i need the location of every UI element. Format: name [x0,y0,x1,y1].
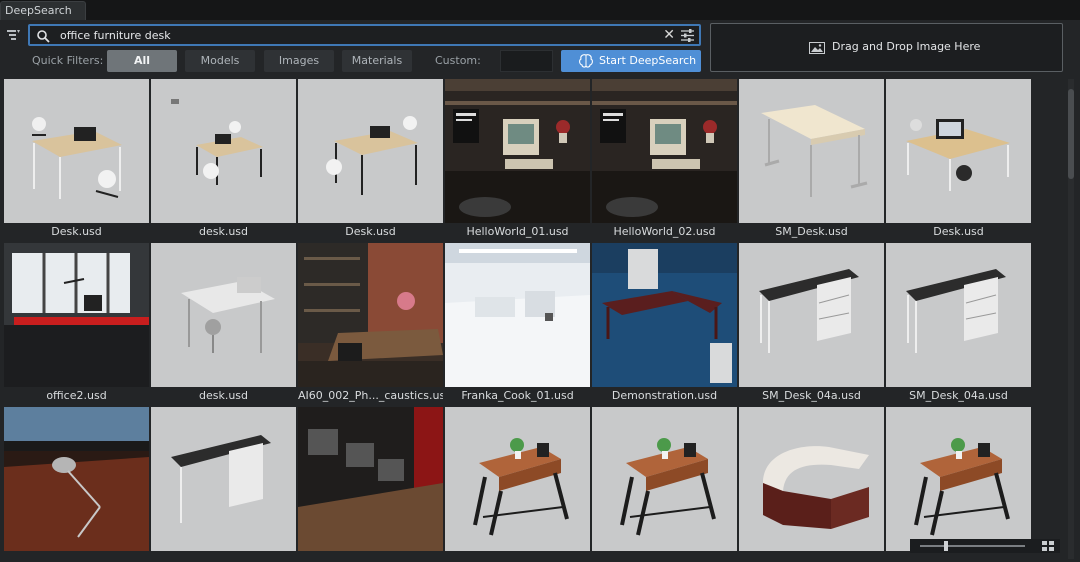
plain-desk-thumbnail[interactable] [739,79,884,223]
result-filename: HelloWorld_02.usd [613,225,716,238]
brick-office-thumbnail[interactable] [298,243,443,387]
tab-deepsearch[interactable]: DeepSearch [0,1,86,20]
result-filename: Franka_Cook_01.usd [461,389,574,402]
dark-office-thumbnail[interactable] [298,407,443,551]
result-item[interactable] [298,407,443,562]
desk-with-chairs-thumbnail[interactable] [298,79,443,223]
result-item[interactable] [151,407,296,562]
standing-desk-thumbnail[interactable] [151,243,296,387]
result-filename: AI60_002_Ph..._caustics.usd [298,389,443,402]
result-filename: office2.usd [46,389,107,402]
start-deepsearch-button[interactable]: Start DeepSearch [561,50,701,72]
close-icon[interactable]: ✕ [663,27,675,43]
result-item[interactable] [445,407,590,562]
white-office-desk-thumbnail[interactable] [4,79,149,223]
result-item[interactable] [739,407,884,562]
result-item[interactable]: Desk.usd [4,79,149,242]
filter-materials-button[interactable]: Materials [342,50,412,72]
wooden-side-table-thumbnail[interactable] [592,407,737,551]
result-item[interactable]: SM_Desk_04a.usd [739,243,884,406]
result-filename: HelloWorld_01.usd [466,225,569,238]
result-item[interactable]: SM_Desk_04a.usd [886,243,1031,406]
dark-desk-drawers-thumbnail[interactable] [151,407,296,551]
search-input[interactable] [60,28,660,43]
result-filename [886,553,1031,562]
result-item[interactable]: office2.usd [4,243,149,406]
quick-filters-label: Quick Filters: [32,54,104,67]
search-icon [37,30,50,43]
desk-lamp-thumbnail[interactable] [4,407,149,551]
filter-all-button[interactable]: All [107,50,177,72]
result-filename [592,553,737,562]
result-item[interactable]: Franka_Cook_01.usd [445,243,590,406]
result-filename: Desk.usd [933,225,984,238]
result-filename [4,553,149,562]
filter-models-button[interactable]: Models [185,50,255,72]
result-item[interactable]: Desk.usd [298,79,443,242]
result-filename [445,553,590,562]
white-lab-thumbnail[interactable] [445,243,590,387]
custom-filter-input[interactable] [500,50,553,72]
image-drop-zone[interactable]: Drag and Drop Image Here [710,23,1063,72]
start-deepsearch-label: Start DeepSearch [599,54,697,67]
settings-sliders-icon[interactable] [681,29,694,42]
brain-icon [579,54,593,68]
result-filename: SM_Desk_04a.usd [762,389,861,402]
tab-bar: DeepSearch [0,0,1080,20]
filter-images-button[interactable]: Images [264,50,334,72]
dark-desk-drawers-thumbnail[interactable] [886,243,1031,387]
thumbnail-size-slider[interactable] [920,545,1025,547]
result-item[interactable]: HelloWorld_02.usd [592,79,737,242]
result-filename: SM_Desk_04a.usd [909,389,1008,402]
results-grid: Desk.usd desk.usd Desk.usd HelloWorld_01… [4,79,1034,562]
office-room-thumbnail[interactable] [4,243,149,387]
result-filename [739,553,884,562]
retro-computer-scene-thumbnail[interactable] [592,79,737,223]
result-item[interactable]: Desk.usd [886,79,1031,242]
retro-computer-scene-thumbnail[interactable] [445,79,590,223]
result-filename: desk.usd [198,389,249,402]
search-box[interactable]: ✕ [28,24,701,46]
custom-filter-label: Custom: [435,54,481,67]
result-item[interactable]: desk.usd [151,243,296,406]
result-item[interactable]: SM_Desk.usd [739,79,884,242]
desk-with-monitor-thumbnail[interactable] [886,79,1031,223]
reception-desk-thumbnail[interactable] [739,407,884,551]
scrollbar-thumb[interactable] [1068,89,1074,179]
result-item[interactable]: AI60_002_Ph..._caustics.usd [298,243,443,406]
result-filename [298,553,443,562]
result-item[interactable]: HelloWorld_01.usd [445,79,590,242]
result-filename: SM_Desk.usd [775,225,848,238]
result-filename [151,553,296,562]
image-icon [809,42,825,54]
results-scrollbar[interactable] [1068,79,1074,559]
filter-icon[interactable] [6,28,20,42]
thumbnail-size-handle[interactable] [944,541,948,551]
result-filename: Desk.usd [345,225,396,238]
drop-zone-label: Drag and Drop Image Here [832,40,981,53]
result-filename: Demonstration.usd [611,389,718,402]
result-item[interactable]: desk.usd [151,79,296,242]
l-desk-blue-room-thumbnail[interactable] [592,243,737,387]
dark-desk-drawers-thumbnail[interactable] [739,243,884,387]
result-item[interactable] [592,407,737,562]
grid-view-icon[interactable] [1042,541,1054,551]
result-filename: desk.usd [198,225,249,238]
wooden-side-table-thumbnail[interactable] [886,407,1031,551]
result-item[interactable]: Demonstration.usd [592,243,737,406]
desk-with-chairs-thumbnail[interactable] [151,79,296,223]
result-filename: Desk.usd [51,225,102,238]
thumbnail-size-control [910,539,1060,553]
wooden-side-table-thumbnail[interactable] [445,407,590,551]
result-item[interactable] [4,407,149,562]
